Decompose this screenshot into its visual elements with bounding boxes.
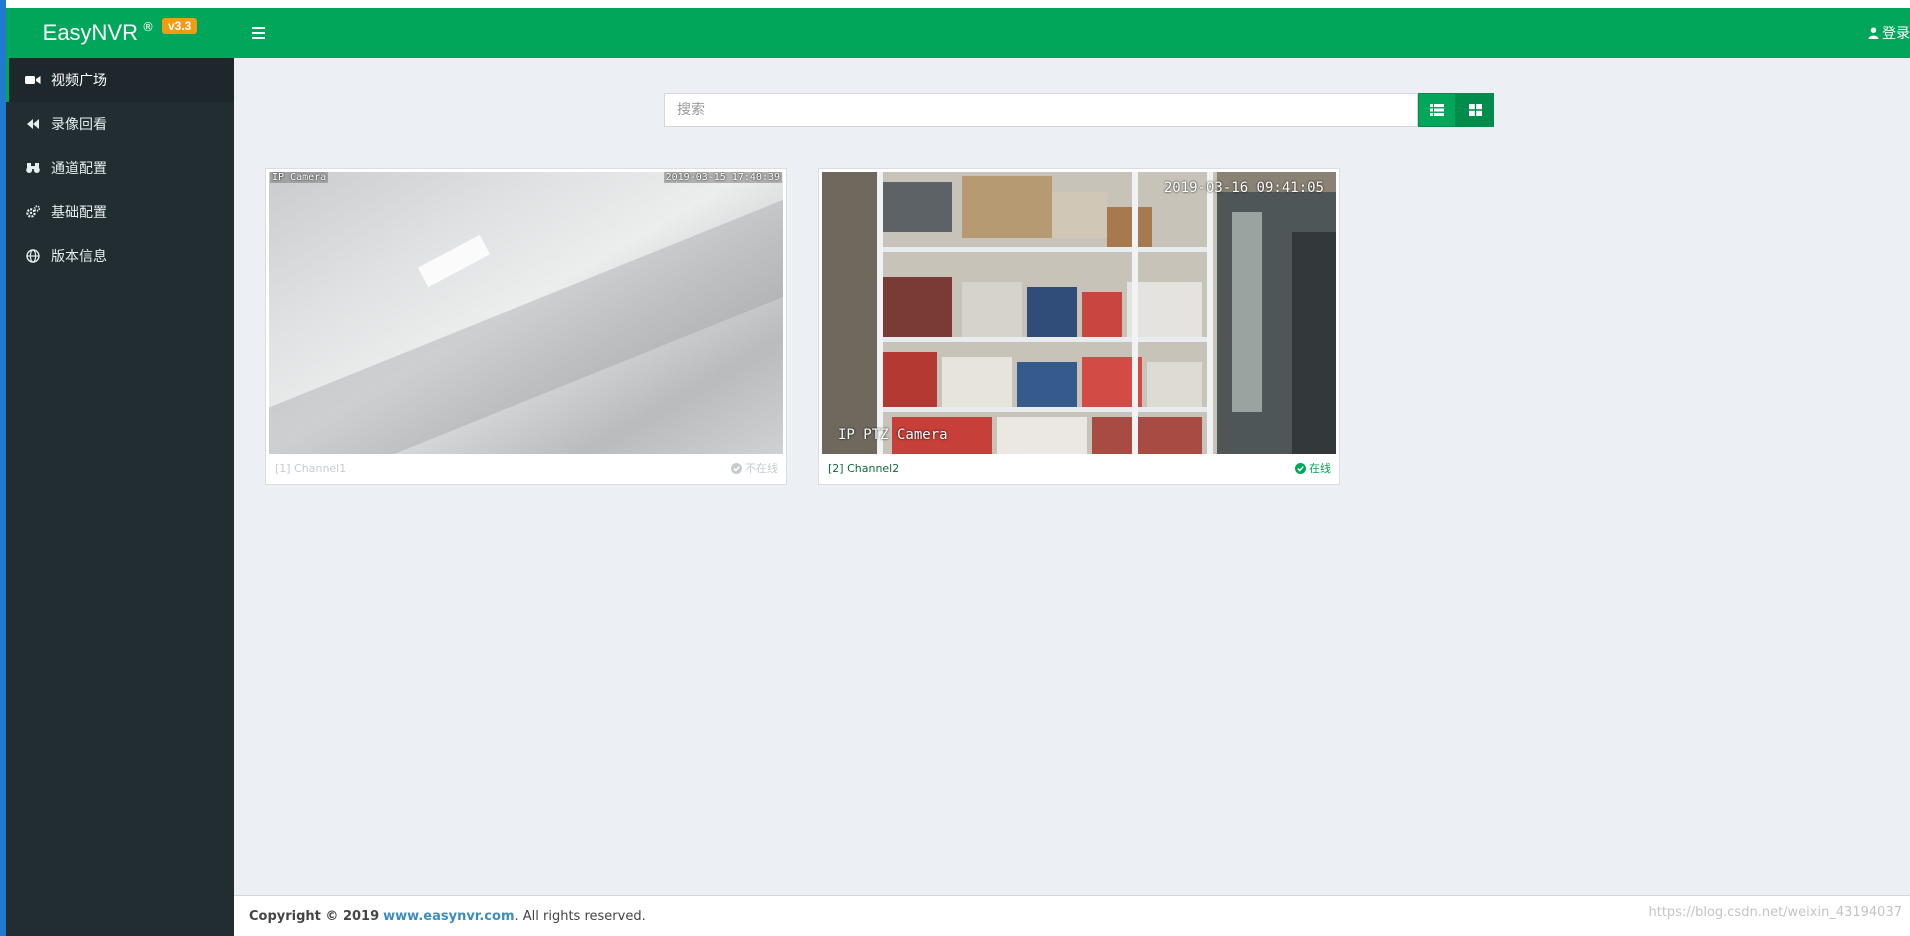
channel-title[interactable]: [1] Channel1 [275,462,346,475]
grid-icon [1468,104,1482,116]
user-icon [1868,27,1879,39]
login-button[interactable]: 登录 [1868,23,1910,43]
sidebar-item-video-square[interactable]: 视频广场 [6,58,234,102]
channel-title[interactable]: [2] Channel2 [828,462,899,475]
check-circle-icon [1295,462,1306,474]
sidebar-item-basic-config[interactable]: 基础配置 [6,190,234,234]
shadow-band [269,189,783,454]
rights-text: . All rights reserved. [514,908,646,924]
copyright-text: Copyright © 2019 [249,908,380,924]
cogs-icon [25,204,41,220]
grid-view-button[interactable] [1456,93,1494,127]
search-input[interactable] [664,93,1418,127]
version-badge: v3.3 [162,18,198,34]
channel-card: IP Camera 2019-03-15 17:40:39 [1] Channe… [265,168,787,485]
channel-card: 2019-03-16 09:41:05 IP PTZ Camera [2] Ch… [818,168,1340,485]
sidebar-item-label: 版本信息 [51,249,107,265]
video-camera-icon [25,72,41,88]
sidebar-item-label: 视频广场 [51,73,107,89]
sidebar-item-channel-config[interactable]: 通道配置 [6,146,234,190]
search-bar [664,93,1494,127]
status-badge: 在线 [1295,460,1331,476]
list-icon [1430,104,1444,116]
sidebar: 视频广场 录像回看 通道配置 基础配置 版本信息 [6,58,234,936]
watermark: https://blog.csdn.net/weixin_43194037 [1648,905,1902,920]
login-label: 登录 [1882,26,1910,42]
sidebar-toggle-button[interactable] [248,22,270,44]
warehouse-scene-image [822,172,1336,454]
top-strip [0,0,1910,8]
osd-timestamp: 2019-03-15 17:40:39 [663,172,782,183]
ceiling-light-glare [417,234,491,288]
status-badge: 不在线 [731,460,778,476]
globe-icon [25,248,41,264]
sidebar-item-label: 通道配置 [51,161,107,177]
channel-meta: [2] Channel2 在线 [828,460,1331,476]
sidebar-item-version-info[interactable]: 版本信息 [6,234,234,278]
backward-icon [25,116,41,132]
hamburger-icon [252,27,265,29]
sidebar-item-label: 基础配置 [51,205,107,221]
channel-snapshot[interactable]: 2019-03-16 09:41:05 IP PTZ Camera [822,172,1336,454]
binoculars-icon [25,160,41,176]
channel-snapshot[interactable]: IP Camera 2019-03-15 17:40:39 [269,172,783,454]
status-text: 在线 [1309,462,1331,475]
channel-meta: [1] Channel1 不在线 [275,460,778,476]
top-navbar: 登录 [234,8,1910,58]
check-circle-icon [731,462,742,474]
website-link[interactable]: www.easynvr.com [383,909,514,924]
osd-camera-label: IP Camera [270,172,329,183]
osd-timestamp: 2019-03-16 09:41:05 [1163,180,1324,196]
sidebar-item-playback[interactable]: 录像回看 [6,102,234,146]
brand-name: EasyNVR [42,20,138,45]
sidebar-item-label: 录像回看 [51,117,107,133]
list-view-button[interactable] [1418,93,1456,127]
osd-camera-label: IP PTZ Camera [838,427,948,443]
hamburger-icon-line [252,37,265,39]
hamburger-icon-line [252,32,265,34]
registered-mark: ® [142,20,154,34]
status-text: 不在线 [745,462,778,475]
app-logo[interactable]: EasyNVR ® v3.3 [6,8,234,58]
